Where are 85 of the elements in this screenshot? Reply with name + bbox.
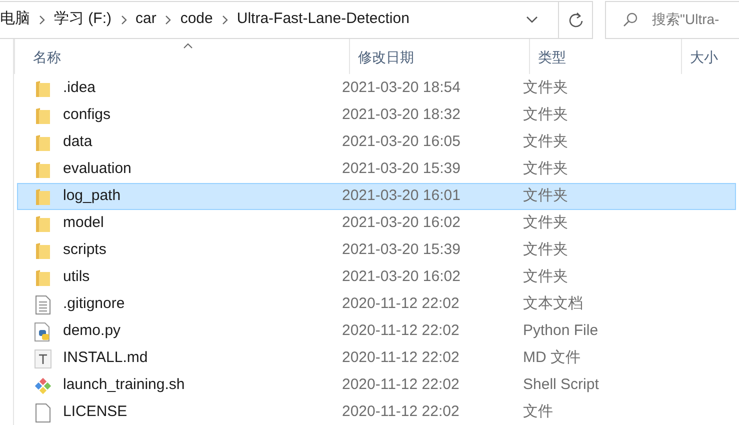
file-name: evaluation <box>63 159 132 180</box>
file-name: scripts <box>63 240 106 260</box>
folder-icon <box>35 160 51 178</box>
address-bar[interactable]: 电脑 学习 (F:) car code Ultra-Fast-Lane-Detection <box>0 0 593 38</box>
file-type: Python File <box>523 321 598 342</box>
diamond-tiles-icon <box>34 376 52 396</box>
file-name: .idea <box>63 78 96 98</box>
file-name: model <box>63 213 104 234</box>
file-type: 文件夹 <box>523 78 568 98</box>
file-type: 文件 <box>523 402 553 422</box>
column-header[interactable]: 类型 <box>529 39 681 74</box>
file-type: 文件夹 <box>523 105 568 126</box>
breadcrumb[interactable]: car <box>136 8 156 31</box>
chevron-right-icon <box>220 14 229 24</box>
modified-date: 2020-11-12 22:02 <box>342 294 460 314</box>
refresh-icon <box>568 12 584 28</box>
folder-icon <box>35 214 51 232</box>
column-header[interactable]: 大小 <box>681 39 739 74</box>
modified-date: 2021-03-20 16:05 <box>342 132 462 152</box>
file-name: LICENSE <box>63 402 128 422</box>
sort-caret-icon <box>183 43 193 49</box>
modified-date: 2021-03-20 16:01 <box>342 186 462 206</box>
file-name: utils <box>63 267 90 288</box>
file-type: 文本文档 <box>523 294 583 314</box>
file-type: 文件夹 <box>523 159 568 180</box>
breadcrumb[interactable]: code <box>180 8 213 31</box>
modified-date: 2020-11-12 22:02 <box>342 321 460 342</box>
file-row[interactable]: demo.py 2020-11-12 22:02 Python File <box>17 318 736 345</box>
modified-date: 2020-11-12 22:02 <box>342 348 460 368</box>
chevron-right-icon <box>38 14 46 24</box>
text-file-icon <box>34 348 52 368</box>
search-field[interactable]: 搜索"Ultra- <box>605 0 739 38</box>
file-row[interactable]: utils 2021-03-20 16:02 文件夹 <box>17 264 736 291</box>
folder-icon <box>35 268 51 286</box>
modified-date: 2021-03-20 16:02 <box>342 213 462 234</box>
blank-file-icon <box>35 402 51 422</box>
modified-date: 2020-11-12 22:02 <box>342 375 460 396</box>
modified-date: 2021-03-20 18:32 <box>342 105 462 126</box>
folder-icon <box>35 80 51 98</box>
file-row[interactable]: log_path 2021-03-20 16:01 文件夹 <box>17 183 736 210</box>
modified-date: 2021-03-20 15:39 <box>342 240 462 260</box>
chevron-right-icon <box>120 14 128 24</box>
file-row[interactable]: INSTALL.md 2020-11-12 22:02 MD 文件 <box>17 345 736 372</box>
column-header[interactable]: 名称 <box>14 39 349 74</box>
folder-icon <box>35 242 51 260</box>
file-row[interactable]: launch_training.sh 2020-11-12 22:02 Shell Script <box>17 372 736 399</box>
folder-icon <box>35 134 51 152</box>
document-icon <box>35 294 51 314</box>
breadcrumb[interactable]: 电脑 <box>0 8 30 31</box>
file-row[interactable]: scripts 2021-03-20 15:39 文件夹 <box>17 237 736 264</box>
file-name: log_path <box>63 186 121 206</box>
modified-date: 2021-03-20 18:54 <box>342 78 462 98</box>
file-row[interactable]: evaluation 2021-03-20 15:39 文件夹 <box>17 156 736 183</box>
file-name: .gitignore <box>63 294 125 314</box>
file-name: configs <box>63 105 111 126</box>
file-name: launch_training.sh <box>63 375 185 396</box>
search-placeholder: 搜索"Ultra- <box>652 10 720 29</box>
chevron-right-icon <box>164 14 172 24</box>
file-type: 文件夹 <box>523 186 568 206</box>
folder-icon <box>35 188 51 206</box>
modified-date: 2020-11-12 22:02 <box>342 402 460 422</box>
modified-date: 2021-03-20 15:39 <box>342 159 462 180</box>
breadcrumb[interactable]: 学习 (F:) <box>54 8 112 31</box>
file-name: INSTALL.md <box>63 348 148 368</box>
dropdown-chevron-icon[interactable] <box>526 16 538 24</box>
file-name: demo.py <box>63 321 121 342</box>
file-row[interactable]: model 2021-03-20 16:02 文件夹 <box>17 210 736 237</box>
file-row[interactable]: configs 2021-03-20 18:32 文件夹 <box>17 102 736 129</box>
folder-icon <box>35 106 51 124</box>
file-name: data <box>63 132 92 152</box>
file-row[interactable]: .idea 2021-03-20 18:54 文件夹 <box>17 75 736 102</box>
column-header[interactable]: 修改日期 <box>349 39 529 74</box>
python-file-icon <box>34 322 52 342</box>
file-type: MD 文件 <box>523 348 580 368</box>
file-type: 文件夹 <box>523 132 568 152</box>
breadcrumb[interactable]: Ultra-Fast-Lane-Detection <box>236 8 410 31</box>
file-row[interactable]: .gitignore 2020-11-12 22:02 文本文档 <box>17 291 736 318</box>
modified-date: 2021-03-20 16:02 <box>342 267 462 288</box>
file-row[interactable]: LICENSE 2020-11-12 22:02 文件 <box>17 399 736 425</box>
file-type: 文件夹 <box>523 267 568 288</box>
file-type: 文件夹 <box>523 213 568 234</box>
file-type: 文件夹 <box>523 240 568 260</box>
file-type: Shell Script <box>523 375 599 396</box>
search-icon <box>622 12 638 28</box>
file-row[interactable]: data 2021-03-20 16:05 文件夹 <box>17 129 736 156</box>
